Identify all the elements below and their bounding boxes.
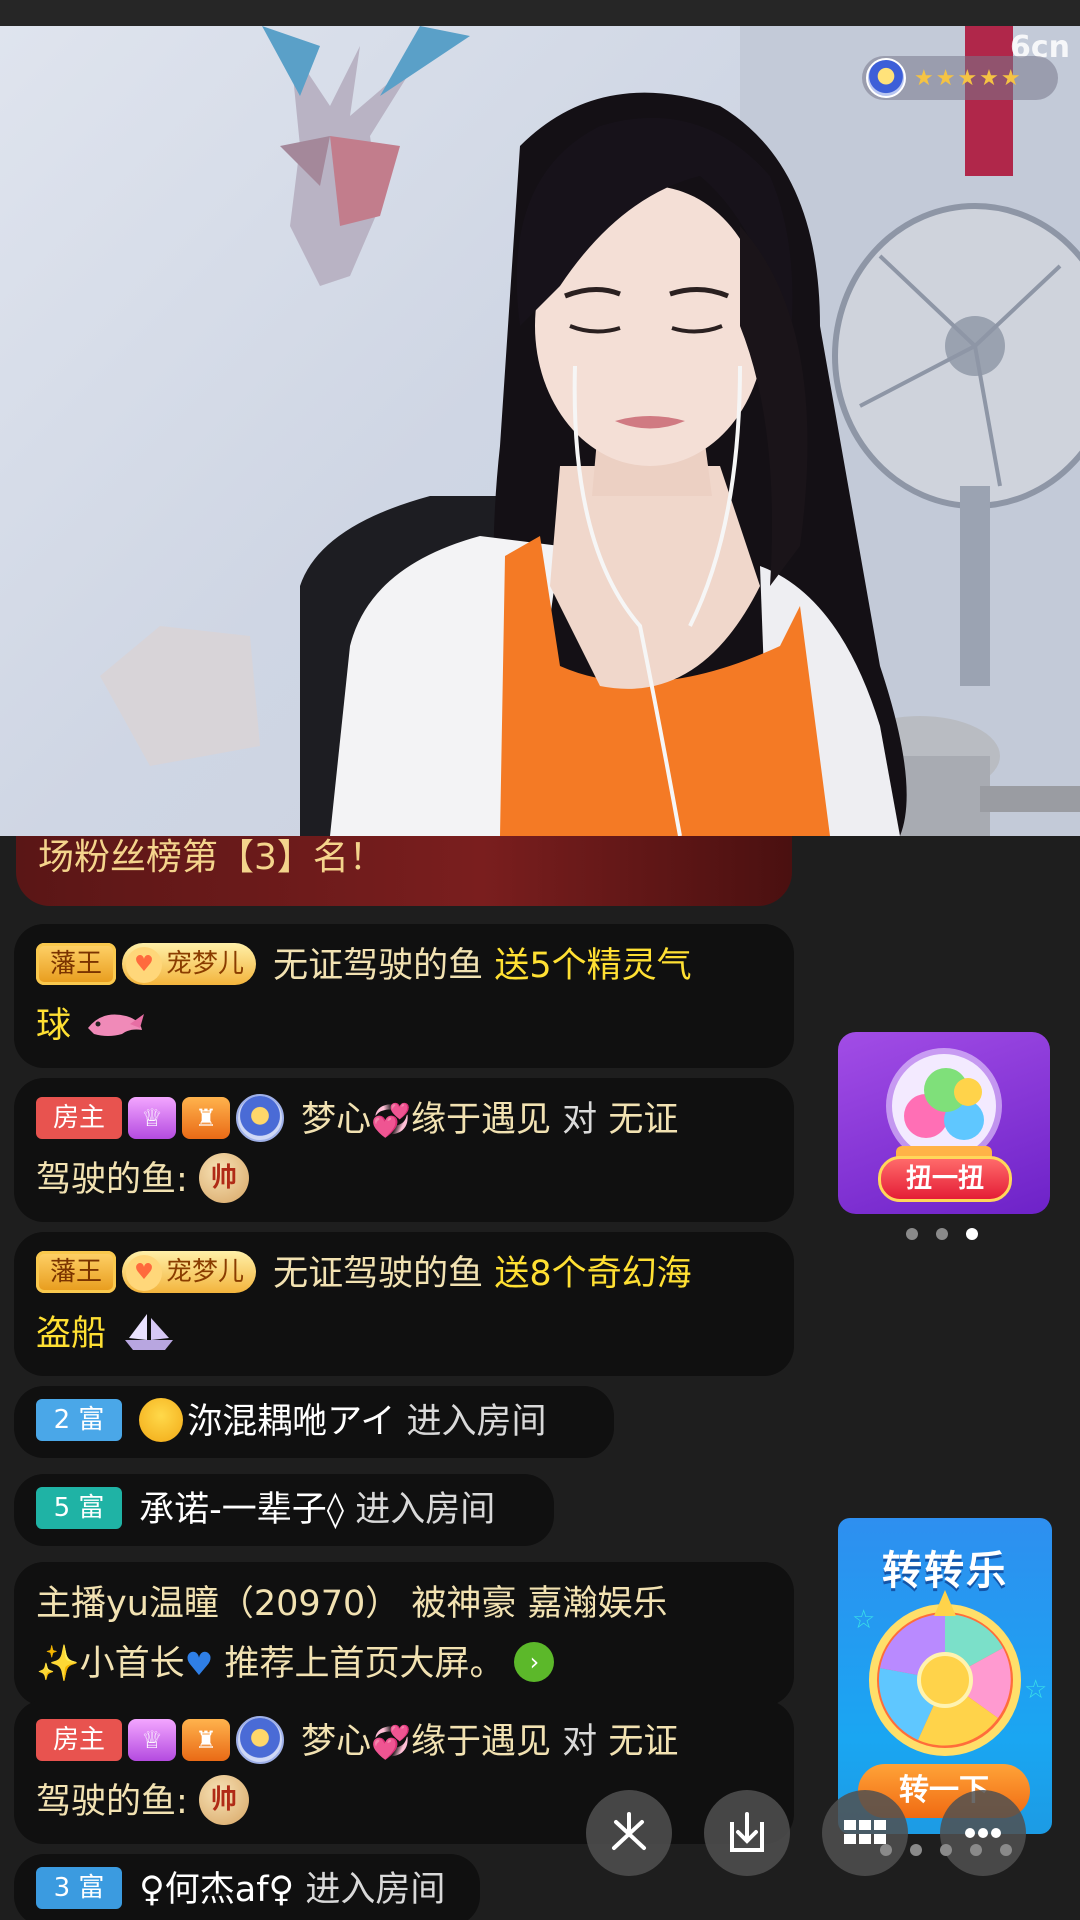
- username[interactable]: 无证驾驶的鱼: [273, 946, 483, 986]
- username-suffix[interactable]: 缘于遇见: [411, 1100, 551, 1140]
- chat-message[interactable]: 2 富 沵混耦咃アイ 进入房间: [14, 1386, 614, 1458]
- rich-level-badge: 5 富: [36, 1487, 122, 1529]
- username[interactable]: 承诺-一辈子◊: [139, 1490, 344, 1530]
- chat-message[interactable]: 藩王 ♥ 宠梦儿 无证驾驶的鱼 送8个奇幻海 盗船: [14, 1232, 794, 1376]
- heart-icon: ♥: [126, 1255, 163, 1291]
- twist-button[interactable]: 扭一扭: [878, 1156, 1012, 1202]
- carousel-dot: [880, 1844, 892, 1856]
- purple-badge-icon: ♕: [128, 1097, 176, 1139]
- to-text: 对: [562, 1100, 598, 1140]
- download-button[interactable]: [704, 1790, 790, 1876]
- pet-badge: ♥ 宠梦儿: [122, 1251, 257, 1293]
- owner-badge: 房主: [36, 1097, 122, 1139]
- deer-head-decoration: [262, 26, 470, 286]
- pirate-ship-gift-icon: [125, 1314, 174, 1350]
- medal-icon: [866, 58, 906, 98]
- gift-text: 送8个奇幻海: [494, 1254, 692, 1294]
- carousel-dot: [940, 1844, 952, 1856]
- anchor-level-badge[interactable]: ★★★★★: [862, 56, 1058, 100]
- carousel-dot: [1000, 1844, 1012, 1856]
- target-user-cont[interactable]: 驾驶的鱼:: [36, 1782, 188, 1822]
- fan-rank-text: 场粉丝榜第【3】名！: [38, 837, 385, 878]
- status-bar: [0, 0, 1080, 26]
- rich-level-badge: 2 富: [36, 1399, 122, 1441]
- enter-room-text: 进入房间: [355, 1490, 496, 1530]
- lucky-wheel-widget[interactable]: 转转乐 ☆ ☆ 转一下: [838, 1518, 1052, 1834]
- carousel-dot: [936, 1228, 948, 1240]
- to-text: 对: [562, 1722, 598, 1762]
- fan-rank-banner: 场粉丝榜第【3】名！: [16, 836, 792, 906]
- svg-text:☆: ☆: [852, 1605, 875, 1635]
- orange-badge-icon: ♜: [182, 1719, 230, 1761]
- carousel-indicator: [906, 1228, 986, 1242]
- fan-king-badge: 藩王: [36, 1251, 117, 1293]
- gift-text: 送5个精灵气: [494, 946, 692, 986]
- target-user-cont[interactable]: 驾驶的鱼:: [36, 1160, 188, 1200]
- streamer-video-frame: [100, 26, 1080, 836]
- more-button[interactable]: [940, 1790, 1026, 1876]
- chat-list[interactable]: 场粉丝榜第【3】名！ 藩王 ♥ 宠梦儿 无证驾驶的鱼 送5个精灵气 球 房主 ♕ ♜ 梦…: [0, 836, 800, 1920]
- grid-menu-button[interactable]: [822, 1790, 908, 1876]
- target-user[interactable]: 无证: [608, 1100, 678, 1140]
- recommend-text: 推荐上首页大屏。: [224, 1644, 505, 1684]
- purple-badge-icon: ♕: [128, 1719, 176, 1761]
- chat-message[interactable]: 房主 ♕ ♜ 梦心💞缘于遇见 对 无证 驾驶的鱼: 帅: [14, 1700, 794, 1844]
- orange-badge-icon: ♜: [182, 1097, 230, 1139]
- gacha-widget[interactable]: 扭一扭: [838, 1032, 1050, 1214]
- chat-message[interactable]: 藩王 ♥ 宠梦儿 无证驾驶的鱼 送5个精灵气 球: [14, 924, 794, 1068]
- username[interactable]: 无证驾驶的鱼: [273, 1254, 483, 1294]
- username[interactable]: ♀何杰af♀: [139, 1870, 294, 1910]
- level-stars: ★★★★★: [914, 65, 1023, 91]
- more-icon: [965, 1828, 1001, 1838]
- recommender-name[interactable]: 小首长: [80, 1644, 185, 1684]
- go-arrow-icon[interactable]: ›: [514, 1642, 555, 1682]
- chat-message[interactable]: 主播yu温瞳（20970） 被神豪 嘉瀚娱乐 ✨小首长♥ 推荐上首页大屏。 ›: [14, 1562, 794, 1706]
- huajiao-button[interactable]: [586, 1790, 672, 1876]
- enter-room-text: 进入房间: [305, 1870, 446, 1910]
- shield-medal-icon: [236, 1094, 284, 1142]
- chess-coin-icon: 帅: [198, 1775, 249, 1825]
- chess-coin-icon: 帅: [198, 1153, 249, 1203]
- grid-icon: [844, 1820, 886, 1844]
- sparkle-icon: ✨: [36, 1644, 80, 1684]
- target-user[interactable]: 无证: [608, 1722, 678, 1762]
- gift-text-cont: 盗船: [36, 1314, 107, 1354]
- carousel-dot-active: [966, 1228, 978, 1240]
- svg-text:☆: ☆: [1024, 1675, 1047, 1705]
- rich-level-badge: 3 富: [36, 1867, 122, 1909]
- username[interactable]: 梦心: [301, 1100, 371, 1140]
- fan-king-badge: 藩王: [36, 943, 117, 985]
- carousel-dot: [970, 1844, 982, 1856]
- recommend-line: 主播yu温瞳（20970） 被神豪 嘉瀚娱乐: [36, 1584, 668, 1624]
- chat-message[interactable]: 5 富 承诺-一辈子◊ 进入房间: [14, 1474, 554, 1546]
- blue-heart-icon: ♥: [184, 1645, 214, 1683]
- carousel-dot: [906, 1228, 918, 1240]
- enter-room-text: 进入房间: [406, 1402, 547, 1442]
- owner-badge: 房主: [36, 1719, 122, 1761]
- smile-emoji-icon: [139, 1398, 184, 1442]
- live-video[interactable]: 6cn ★★★★★: [0, 26, 1080, 836]
- shield-medal-icon: [236, 1716, 284, 1764]
- hearts-icon: 💞: [371, 1723, 411, 1761]
- download-icon: [730, 1812, 764, 1852]
- chat-message[interactable]: 房主 ♕ ♜ 梦心💞缘于遇见 对 无证 驾驶的鱼: 帅: [14, 1078, 794, 1222]
- username[interactable]: 沵混耦咃アイ: [187, 1402, 395, 1442]
- gift-text-cont: 球: [36, 1006, 72, 1046]
- chat-message[interactable]: 3 富 ♀何杰af♀ 进入房间: [14, 1854, 480, 1920]
- carousel-indicator-bottom: [880, 1844, 1030, 1858]
- heart-icon: ♥: [126, 947, 163, 983]
- pet-badge: ♥ 宠梦儿: [122, 943, 257, 985]
- username[interactable]: 梦心: [301, 1722, 371, 1762]
- username-suffix[interactable]: 缘于遇见: [411, 1722, 551, 1762]
- huajiao-icon: [612, 1812, 646, 1850]
- hearts-icon: 💞: [371, 1101, 411, 1139]
- carousel-dot: [910, 1844, 922, 1856]
- dolphin-gift-icon: [88, 1014, 145, 1036]
